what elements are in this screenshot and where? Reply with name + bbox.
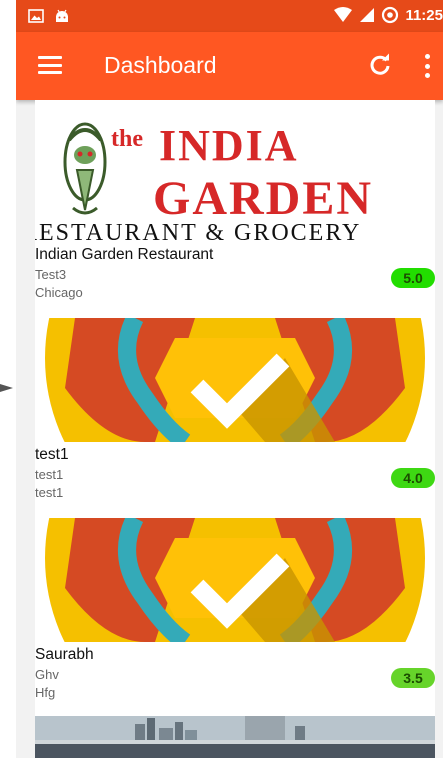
restaurant-name: Indian Garden Restaurant: [35, 246, 214, 263]
restaurant-name: Saurabh: [35, 646, 94, 663]
android-icon: [56, 9, 68, 22]
image-icon: [28, 9, 44, 23]
logo-the: the: [111, 126, 143, 152]
alarm-icon: [382, 6, 399, 24]
restaurant-line-2: test1: [35, 485, 64, 500]
page-title: Dashboard: [104, 52, 217, 78]
side-arrow-indicator: [0, 384, 13, 392]
restaurant-line-1: test1: [35, 467, 64, 482]
hamburger-menu-icon[interactable]: [38, 56, 62, 74]
list-item[interactable]: test1 test1 test1 4.0: [35, 318, 435, 519]
logo-tagline: RESTAURANT & GROCERY: [35, 220, 362, 242]
signal-icon: [360, 8, 375, 22]
wifi-icon: [334, 7, 353, 22]
card-info: Indian Garden Restaurant Test3 Chicago 5…: [35, 242, 435, 319]
restaurant-name: test1: [35, 446, 69, 463]
overflow-menu-icon[interactable]: [419, 52, 435, 80]
city-skyline-photo: [35, 716, 435, 758]
list-item[interactable]: the INDIA GARDEN RESTAURANT & GROCERY In…: [35, 100, 435, 319]
restaurant-line-1: Test3: [35, 267, 67, 282]
rating-badge: 4.0: [391, 468, 435, 488]
restaurant-line-2: Chicago: [35, 285, 83, 300]
logo-india: INDIA: [159, 121, 299, 170]
phone-screen: 11:25 Dashboard the INDIA GARDEN RESTAUR…: [16, 0, 443, 758]
logo-figure: [63, 122, 107, 215]
checkmark-badge: [35, 318, 435, 442]
rating-badge: 5.0: [391, 268, 435, 288]
card-info: test1 test1 test1 4.0: [35, 442, 435, 519]
app-bar: Dashboard: [16, 32, 443, 100]
rating-badge: 3.5: [391, 668, 435, 688]
checkmark-badge: [35, 518, 435, 642]
refresh-icon[interactable]: [367, 52, 393, 78]
status-bar: 11:25: [16, 0, 443, 32]
status-time: 11:25: [405, 6, 443, 24]
restaurant-line-1: Ghv: [35, 667, 59, 682]
restaurant-line-2: Hfg: [35, 685, 56, 700]
card-info: Saurabh Ghv Hfg 3.5: [35, 642, 435, 719]
list-item[interactable]: Saurabh Ghv Hfg 3.5: [35, 518, 435, 719]
list-item[interactable]: [35, 716, 435, 758]
